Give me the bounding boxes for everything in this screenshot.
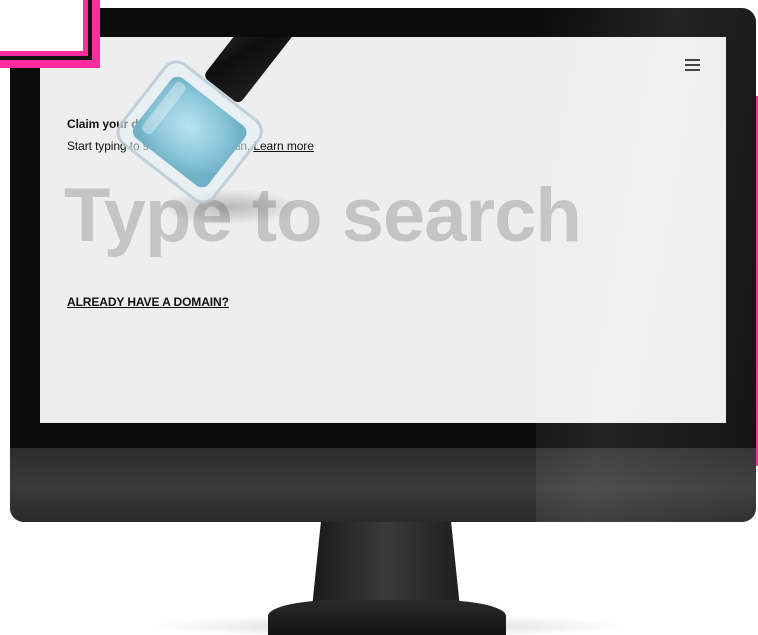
domain-search-input[interactable] [64, 169, 684, 261]
desktop-monitor: Claim your domain. Start typing to searc… [10, 8, 756, 522]
pink-corner-frame-inner [0, 0, 92, 60]
monitor-chin [10, 448, 756, 522]
monitor-stand-base [268, 600, 506, 635]
claim-domain-heading: Claim your domain. [67, 117, 177, 131]
monitor-screen: Claim your domain. Start typing to searc… [40, 37, 726, 423]
monitor-stand-neck [312, 522, 460, 608]
learn-more-link[interactable]: Learn more [253, 139, 313, 153]
marketing-mockup: Claim your domain. Start typing to searc… [0, 0, 758, 635]
already-have-domain-link[interactable]: ALREADY HAVE A DOMAIN? [67, 295, 229, 309]
claim-domain-subtext: Start typing to search for a domain. Lea… [67, 139, 314, 153]
hamburger-menu-icon[interactable] [685, 59, 700, 71]
subtext-label: Start typing to search for a domain. [67, 139, 251, 153]
